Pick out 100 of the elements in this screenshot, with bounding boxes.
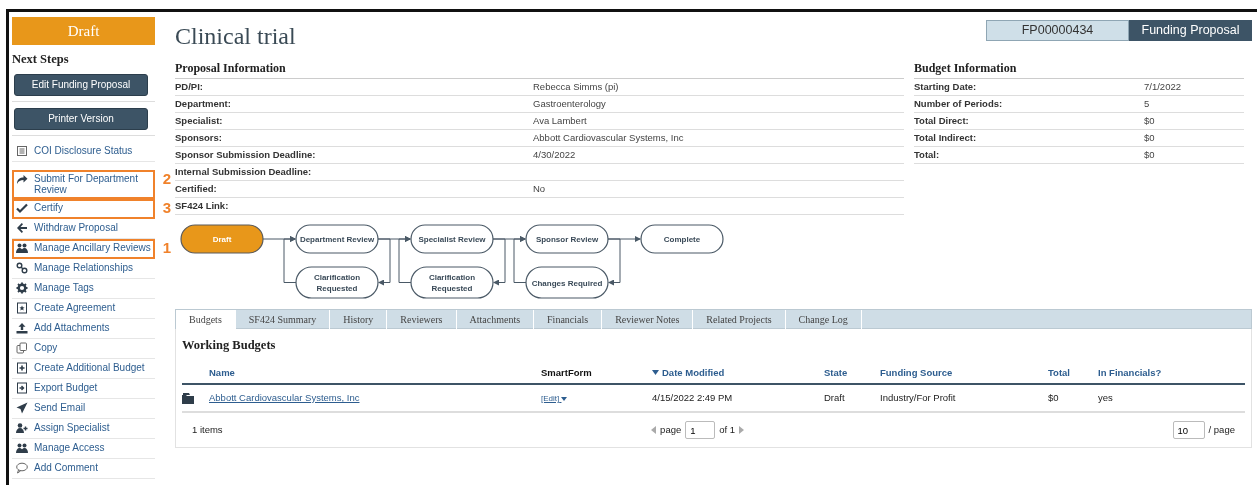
- workflow-step: Specialist Review: [410, 224, 494, 254]
- tab[interactable]: Related Projects: [693, 309, 786, 329]
- page-input[interactable]: 1: [685, 421, 716, 440]
- column-header[interactable]: Total: [1048, 362, 1098, 384]
- field-label: Department:: [175, 96, 232, 111]
- action-link[interactable]: Create Agreement: [34, 301, 116, 313]
- action-link[interactable]: COI Disclosure Status: [34, 144, 133, 156]
- action-link[interactable]: Add Comment: [34, 461, 98, 473]
- status-badge: Draft: [12, 17, 155, 45]
- previous-page-icon[interactable]: [651, 426, 657, 435]
- tab[interactable]: Reviewer Notes: [602, 309, 694, 329]
- check-icon: [16, 201, 28, 214]
- action-link[interactable]: Submit For Department Review: [34, 172, 151, 195]
- field-label: Sponsors:: [175, 130, 223, 145]
- action-link[interactable]: Send Email: [34, 401, 86, 413]
- tab[interactable]: SF424 Summary: [235, 309, 331, 329]
- page-total: of 1: [719, 422, 736, 437]
- field-value: Gastroenterology: [533, 96, 606, 111]
- action-link[interactable]: Manage Ancillary Reviews: [34, 241, 151, 253]
- field-label: Internal Submission Deadline:: [175, 164, 313, 179]
- column-header[interactable]: State: [824, 362, 880, 384]
- tab[interactable]: Change Log: [785, 309, 862, 329]
- next-page-icon[interactable]: [739, 426, 745, 435]
- action-button[interactable]: Printer Version: [14, 107, 148, 130]
- item-count: 1 items: [192, 422, 223, 437]
- link-icon: [16, 261, 28, 274]
- comment-icon: [16, 461, 28, 474]
- callout-number: 2: [162, 170, 171, 187]
- action-link[interactable]: Manage Relationships: [34, 261, 133, 273]
- document-plus-icon: [16, 361, 28, 374]
- callout-number: 3: [162, 199, 171, 216]
- table-cell: Industry/For Profit: [880, 383, 1048, 413]
- workflow-step: Draft: [180, 224, 264, 254]
- table-cell: Draft: [824, 383, 880, 413]
- action-button[interactable]: Edit Funding Proposal: [14, 73, 148, 96]
- per-page-label: / page: [1208, 422, 1235, 437]
- back-arrow-icon: [16, 221, 28, 234]
- workflow-step: Department Review: [295, 224, 379, 254]
- field-label: PD/PI:: [175, 79, 204, 94]
- caret-icon: [561, 396, 568, 401]
- record-type: Funding Proposal: [1129, 20, 1252, 41]
- field-value: 5: [1144, 96, 1150, 111]
- field-value: Abbott Cardiovascular Systems, Inc: [533, 130, 684, 145]
- section-heading: Proposal Information: [175, 58, 904, 79]
- copy-icon: [16, 341, 28, 354]
- field-label: Total:: [914, 147, 941, 162]
- action-link[interactable]: Copy: [34, 341, 58, 353]
- field-label: Specialist:: [175, 113, 224, 128]
- edit-menu[interactable]: [Edit]: [541, 393, 568, 403]
- column-header[interactable]: Name: [209, 362, 541, 384]
- field-value: $0: [1144, 113, 1155, 128]
- callout-number: 1: [162, 239, 171, 256]
- field-value: No: [533, 181, 546, 196]
- tab[interactable]: Attachments: [456, 309, 535, 329]
- action-link[interactable]: Withdraw Proposal: [34, 221, 118, 233]
- settings-icon: [16, 281, 28, 294]
- action-link[interactable]: Add Attachments: [34, 321, 110, 333]
- workflow-step: Complete: [640, 224, 724, 254]
- table-cell: 4/15/2022 2:49 PM: [652, 383, 824, 413]
- field-value: Rebecca Simms (pi): [533, 79, 619, 94]
- people-icon: [16, 241, 28, 254]
- column-header[interactable]: In Financials?: [1098, 362, 1245, 384]
- tab[interactable]: Financials: [534, 309, 603, 329]
- field-value: $0: [1144, 147, 1155, 162]
- action-link[interactable]: Export Budget: [34, 381, 98, 393]
- section-heading: Budget Information: [914, 58, 1244, 79]
- document-icon: [16, 301, 28, 314]
- field-value: Ava Lambert: [533, 113, 587, 128]
- field-label: Total Direct:: [914, 113, 970, 128]
- field-label: Starting Date:: [914, 79, 978, 94]
- document-list-icon: [16, 144, 28, 157]
- workflow-step: Clarification Requested: [410, 266, 494, 299]
- page-title: Clinical trial: [175, 22, 296, 51]
- field-label: Number of Periods:: [914, 96, 1004, 111]
- table-cell: yes: [1098, 383, 1245, 413]
- action-link[interactable]: Certify: [34, 201, 63, 213]
- add-person-icon: [16, 421, 28, 434]
- column-header[interactable]: Funding Source: [880, 362, 1048, 384]
- action-link[interactable]: Assign Specialist: [34, 421, 110, 433]
- action-link[interactable]: Create Additional Budget: [34, 361, 145, 373]
- column-header[interactable]: Date Modified: [652, 362, 824, 384]
- page-size-input[interactable]: 10: [1172, 421, 1205, 440]
- field-label: Certified:: [175, 181, 218, 196]
- budget-link[interactable]: Abbott Cardiovascular Systems, Inc: [209, 391, 360, 403]
- action-link[interactable]: Manage Access: [34, 441, 105, 453]
- tab[interactable]: Reviewers: [387, 309, 457, 329]
- folder-icon: [182, 392, 194, 404]
- field-label: Sponsor Submission Deadline:: [175, 147, 317, 162]
- tab[interactable]: Budgets: [176, 309, 236, 329]
- section-heading: Working Budgets: [182, 336, 277, 354]
- tab[interactable]: History: [330, 309, 388, 329]
- field-label: Total Indirect:: [914, 130, 978, 145]
- document-export-icon: [16, 381, 28, 394]
- action-link[interactable]: Manage Tags: [34, 281, 94, 293]
- workflow-step: Changes Required: [525, 266, 609, 299]
- upload-icon: [16, 321, 28, 334]
- workflow-step: Sponsor Review: [525, 224, 609, 254]
- people-icon: [16, 441, 28, 454]
- field-value: 4/30/2022: [533, 147, 576, 162]
- table-cell: $0: [1048, 383, 1098, 413]
